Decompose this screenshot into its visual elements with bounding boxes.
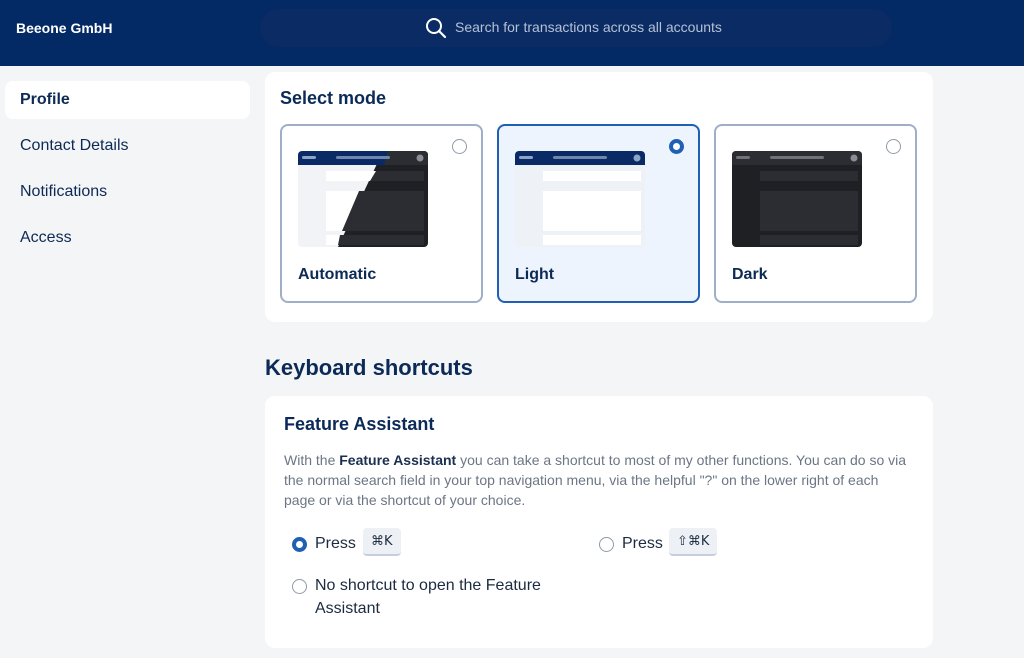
automatic-mode-preview [298, 151, 428, 247]
feature-assistant-card: Feature Assistant With the Feature Assis… [265, 396, 933, 648]
shortcut-radio-cmd-k[interactable] [292, 537, 307, 552]
mode-label-automatic: Automatic [298, 266, 377, 283]
mode-option-automatic[interactable]: Automatic [280, 124, 483, 303]
key-cmd-k: ⌘K [363, 528, 401, 556]
feature-assistant-title: Feature Assistant [284, 414, 435, 434]
shortcut-radio-none[interactable] [292, 579, 307, 594]
dark-mode-preview [732, 151, 862, 247]
mode-radio-automatic[interactable] [452, 139, 467, 154]
search-placeholder[interactable]: Search for transactions across all accou… [455, 19, 722, 35]
global-search[interactable]: Search for transactions across all accou… [260, 9, 892, 47]
search-icon [426, 18, 447, 39]
mode-label-dark: Dark [732, 266, 768, 283]
sidebar-item-access[interactable]: Access [5, 219, 250, 257]
shortcut-label-none-line2: Assistant [315, 600, 380, 617]
select-mode-card: Select mode Automatic Light Dark [265, 72, 933, 322]
shortcut-label-none: No shortcut to open the Feature [315, 577, 541, 594]
desc-prefix: With the [284, 452, 340, 468]
light-mode-preview [515, 151, 645, 247]
feature-assistant-description: With the Feature Assistant you can take … [284, 450, 909, 510]
mode-radio-light[interactable] [669, 139, 684, 154]
mode-radio-dark[interactable] [886, 139, 901, 154]
mode-option-dark[interactable]: Dark [714, 124, 917, 303]
select-mode-title: Select mode [280, 88, 387, 108]
keyboard-shortcuts-title: Keyboard shortcuts [265, 355, 473, 380]
sidebar-item-profile[interactable]: Profile [5, 81, 250, 119]
mode-option-light[interactable]: Light [497, 124, 700, 303]
key-shift-cmd-k: ⇧⌘K [669, 528, 718, 556]
shortcut-label-cmd-k: Press [315, 535, 356, 552]
company-name[interactable]: Beeone GmbH [16, 20, 112, 36]
sidebar-item-notifications[interactable]: Notifications [5, 173, 250, 211]
shortcut-label-shift-cmd-k: Press [622, 535, 663, 552]
desc-bold: Feature Assistant [339, 452, 457, 468]
mode-label-light: Light [515, 266, 555, 283]
top-navigation-bar: Beeone GmbH Search for transactions acro… [0, 0, 1024, 66]
shortcut-radio-shift-cmd-k[interactable] [599, 537, 614, 552]
sidebar-item-contact-details[interactable]: Contact Details [5, 127, 250, 165]
